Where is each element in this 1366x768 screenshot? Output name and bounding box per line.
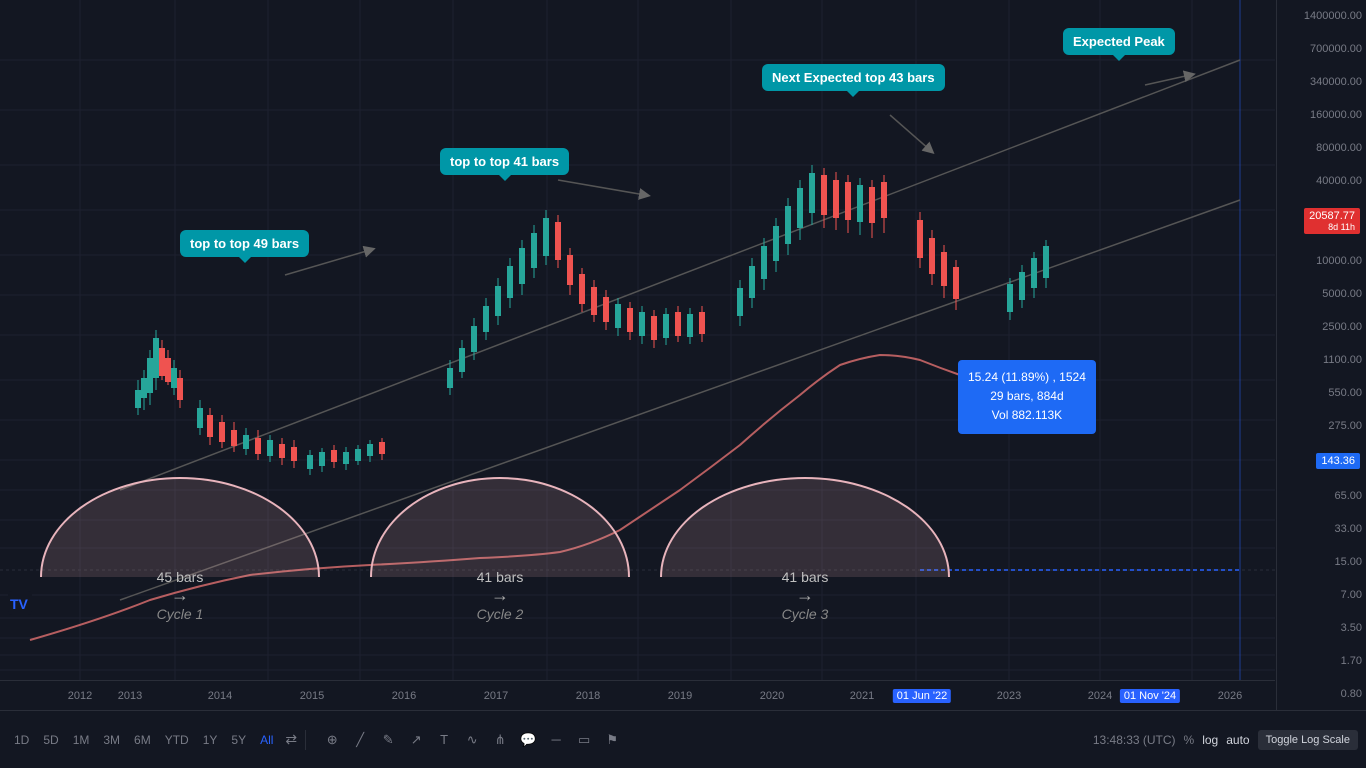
current-price-detail: 8d 11h [1309,222,1355,232]
time-axis: 2012 2013 2014 2015 2016 2017 2018 2019 … [0,680,1275,710]
time-jun22: 01 Jun '22 [893,689,951,703]
timeframe-buttons: 1D 5D 1M 3M 6M YTD 1Y 5Y All ⇄ [0,730,297,750]
info-line2: 29 bars, 884d [968,387,1086,406]
price-5000: 5000.00 [1281,288,1362,300]
time-2016: 2016 [392,690,416,702]
reference-price-value: 143.36 [1321,455,1355,467]
price-65: 65.00 [1281,490,1362,502]
time-2013: 2013 [118,690,142,702]
price-1100: 1100.00 [1281,354,1362,366]
rectangle-icon[interactable]: ▭ [574,730,594,750]
price-700000: 700000.00 [1281,43,1362,55]
price-7: 7.00 [1281,589,1362,601]
compare-icon[interactable]: ⇄ [285,731,297,748]
price-1400000: 1400000.00 [1281,10,1362,22]
info-line1: 15.24 (11.89%) , 1524 [968,368,1086,387]
time-2024: 2024 [1088,690,1112,702]
current-price-badge: 20587.77 8d 11h [1304,208,1360,234]
time-2014: 2014 [208,690,232,702]
time-nov24: 01 Nov '24 [1120,689,1180,703]
drawing-tools: ⊕ ╱ ✎ ↗ T ∿ ⋔ 💬 ─ ▭ ⚑ [305,730,622,750]
cycle1-name: Cycle 1 [30,606,330,622]
price-17: 1.70 [1281,655,1362,667]
horizontal-line-icon[interactable]: ─ [546,730,566,750]
price-35: 3.50 [1281,622,1362,634]
info-line3: Vol 882.113K [968,406,1086,425]
cycle3-name: Cycle 3 [650,606,960,622]
time-2021: 2021 [850,690,874,702]
cycle2-bars: 41 bars [360,569,640,585]
chart-area: top to top 49 bars top to top 41 bars Ne… [0,0,1275,710]
tf-5y[interactable]: 5Y [225,730,252,750]
tf-ytd[interactable]: YTD [159,730,195,750]
log-btn[interactable]: log [1202,733,1218,747]
price-80000: 80000.00 [1281,142,1362,154]
price-08: 0.80 [1281,688,1362,700]
trendline-icon[interactable]: ╱ [350,730,370,750]
time-2017: 2017 [484,690,508,702]
time-2020: 2020 [760,690,784,702]
cycle-2: 41 bars → Cycle 2 [360,477,640,622]
price-340000: 340000.00 [1281,76,1362,88]
text-icon[interactable]: T [434,730,454,750]
percent-btn[interactable]: % [1184,733,1195,747]
cycle2-name: Cycle 2 [360,606,640,622]
price-275: 275.00 [1281,420,1362,432]
cycle-1: 45 bars → Cycle 1 [30,477,330,622]
tf-1y[interactable]: 1Y [197,730,224,750]
time-2015: 2015 [300,690,324,702]
price-40000: 40000.00 [1281,175,1362,187]
price-2500: 2500.00 [1281,321,1362,333]
tv-logo: TV [8,591,32,618]
tf-6m[interactable]: 6M [128,730,157,750]
cycle3-bars: 41 bars [650,569,960,585]
flag-icon[interactable]: ⚑ [602,730,622,750]
price-10000: 10000.00 [1281,255,1362,267]
tf-3m[interactable]: 3M [97,730,126,750]
svg-text:TV: TV [10,596,29,612]
price-axis: 1400000.00 700000.00 340000.00 160000.00… [1276,0,1366,710]
info-box: 15.24 (11.89%) , 1524 29 bars, 884d Vol … [958,360,1096,434]
time-2018: 2018 [576,690,600,702]
price-550: 550.00 [1281,387,1362,399]
comment-icon[interactable]: 💬 [518,730,538,750]
toggle-log-scale-button[interactable]: Toggle Log Scale [1258,730,1358,750]
current-price-value: 20587.77 [1309,210,1355,222]
pencil-icon[interactable]: ✎ [378,730,398,750]
annotation-expected-peak: Expected Peak [1063,28,1175,55]
fork-icon[interactable]: ⋔ [490,730,510,750]
time-display: 13:48:33 (UTC) [1093,733,1176,747]
cycle-3: 41 bars → Cycle 3 [650,477,960,622]
price-15: 15.00 [1281,556,1362,568]
time-2012: 2012 [68,690,92,702]
time-2023: 2023 [997,690,1021,702]
tf-all[interactable]: All [254,730,279,750]
price-160000: 160000.00 [1281,109,1362,121]
time-2019: 2019 [668,690,692,702]
bottom-toolbar: 1D 5D 1M 3M 6M YTD 1Y 5Y All ⇄ ⊕ ╱ ✎ ↗ T… [0,710,1366,768]
time-2026: 2026 [1218,690,1242,702]
tf-1m[interactable]: 1M [67,730,96,750]
tf-1d[interactable]: 1D [8,730,35,750]
auto-btn[interactable]: auto [1226,733,1249,747]
annotation-top-41: top to top 41 bars [440,148,569,175]
price-33: 33.00 [1281,523,1362,535]
log-controls: % log auto Toggle Log Scale [1184,730,1358,750]
annotation-next-expected: Next Expected top 43 bars [762,64,945,91]
annotation-top-49: top to top 49 bars [180,230,309,257]
tf-5d[interactable]: 5D [37,730,64,750]
chart-container: top to top 49 bars top to top 41 bars Ne… [0,0,1366,768]
curve-icon[interactable]: ∿ [462,730,482,750]
crosshair-icon[interactable]: ⊕ [322,730,342,750]
reference-price-badge: 143.36 [1316,453,1360,469]
arrow-icon[interactable]: ↗ [406,730,426,750]
cycle1-bars: 45 bars [30,569,330,585]
